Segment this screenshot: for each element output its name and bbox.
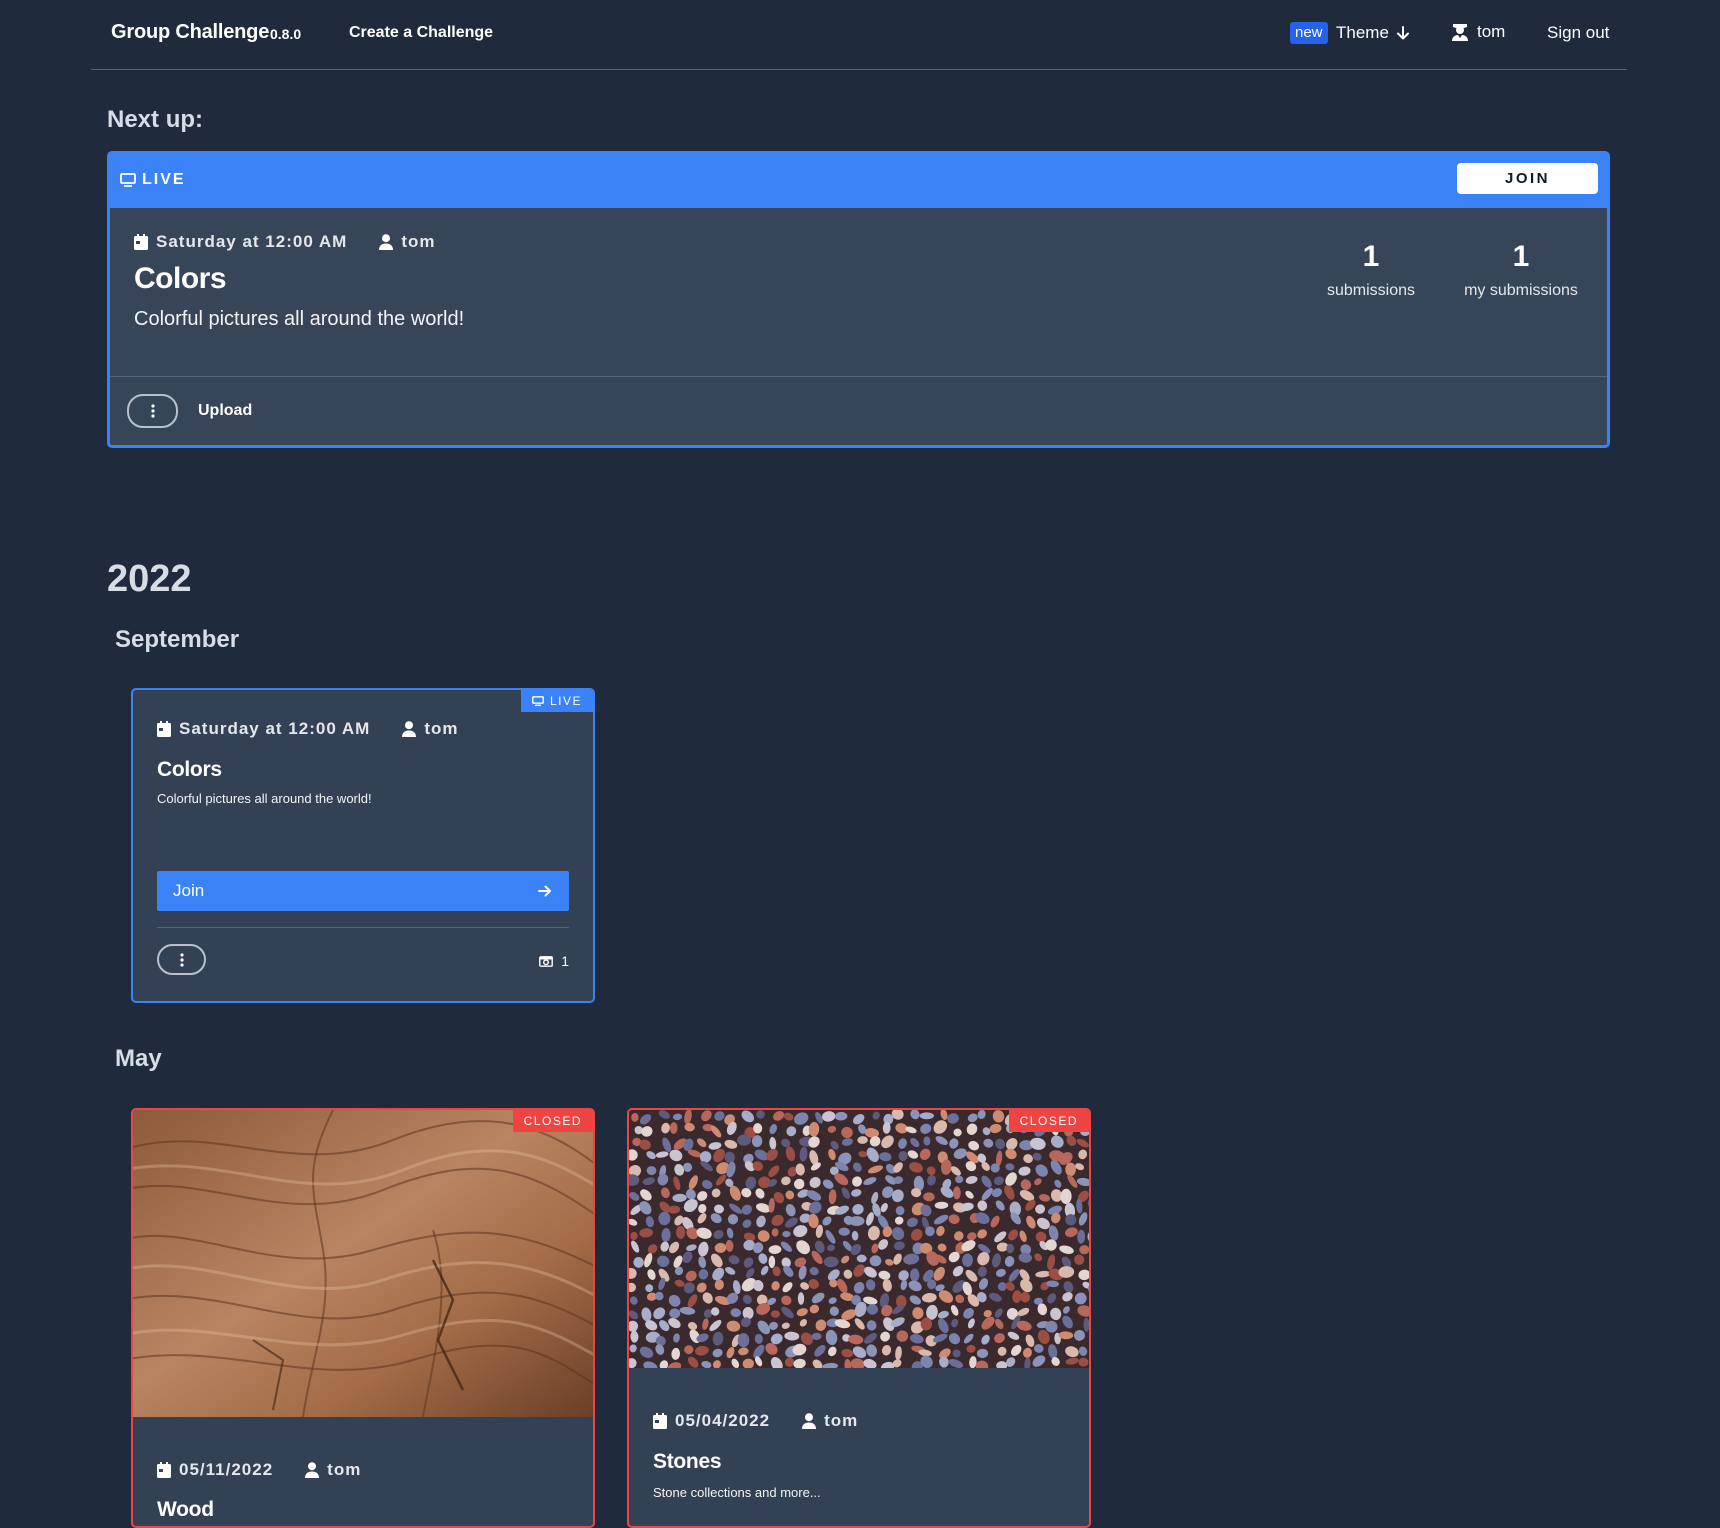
challenge-author-name[interactable]: tom [424,719,458,739]
create-challenge-link[interactable]: Create a Challenge [349,24,493,42]
challenge-author-name[interactable]: tom [327,1460,361,1480]
challenge-title[interactable]: Colors [157,758,222,782]
pebble [849,1216,865,1226]
challenge-card-colors[interactable]: LIVE Saturday at 12:00 AM tom Colors Col… [131,688,595,1003]
divider [110,376,1607,377]
challenge-author: tom [379,232,435,252]
year-heading: 2022 [107,558,192,601]
calendar-icon [653,1413,667,1429]
user-tie-icon [1451,22,1469,42]
live-status: LIVE [120,171,186,189]
challenge-description: Colorful pictures all around the world! [134,308,464,331]
my-submissions-stat: 1 my submissions [1446,240,1596,300]
challenge-date: Saturday at 12:00 AM [134,232,347,252]
kebab-icon [151,404,155,418]
my-submissions-count: 1 [1446,240,1596,274]
user-icon [802,1413,816,1429]
challenge-author-name[interactable]: tom [401,232,435,252]
calendar-icon [157,1462,171,1478]
month-heading-september: September [115,626,239,654]
next-up-heading: Next up: [107,106,203,134]
submissions-stat: 1 submissions [1296,240,1446,300]
status-badge: CLOSED [1009,1110,1089,1132]
pebble [953,1186,961,1199]
challenge-description: Colorful pictures all around the world! [157,791,372,806]
challenge-date-text: Saturday at 12:00 AM [179,719,370,739]
submission-count-value: 1 [561,953,569,969]
challenge-author-name[interactable]: tom [824,1411,858,1431]
kebab-icon [180,953,184,967]
challenge-card-stones[interactable]: CLOSED 05/04/2022 tom Stones Stone colle… [627,1108,1091,1528]
status-badge: CLOSED [513,1110,593,1132]
pebble [910,1268,919,1281]
challenge-thumbnail[interactable] [629,1110,1089,1368]
monitor-icon [532,696,544,706]
challenge-date-text: Saturday at 12:00 AM [156,232,347,252]
challenge-date-text: 05/11/2022 [179,1460,273,1480]
user-menu[interactable]: tom [1451,22,1505,42]
submissions-label: submissions [1296,282,1446,300]
card-meta: 05/11/2022 tom [157,1460,361,1480]
arrow-down-icon [1395,25,1411,41]
pebbles-image [629,1110,1089,1368]
new-badge: new [1290,22,1328,44]
challenge-date-text: 05/04/2022 [675,1411,770,1431]
monitor-icon [120,173,136,187]
month-heading-may: May [115,1045,162,1073]
featured-status-bar: LIVE JOIN [110,154,1607,208]
status-badge: LIVE [521,690,593,712]
challenge-author: tom [305,1460,361,1480]
join-button[interactable]: Join [157,871,569,911]
challenge-card-wood[interactable]: CLOSED 05/11/2022 tom Wood [131,1108,595,1528]
sign-out-link[interactable]: Sign out [1547,23,1609,43]
calendar-icon [134,234,148,250]
top-nav: Group Challenge 0.8.0 Create a Challenge… [91,0,1627,70]
version-label: 0.8.0 [270,26,301,42]
challenge-author: tom [802,1411,858,1431]
user-icon [379,234,393,250]
theme-dropdown[interactable]: Theme [1336,23,1411,43]
card-meta: Saturday at 12:00 AM tom [157,719,459,739]
more-options-button[interactable] [127,394,178,428]
join-button[interactable]: JOIN [1457,163,1598,194]
user-icon [305,1462,319,1478]
theme-label: Theme [1336,23,1389,43]
upload-button[interactable]: Upload [198,402,252,420]
calendar-icon [157,721,171,737]
featured-meta: Saturday at 12:00 AM tom [134,232,436,252]
challenge-date: 05/11/2022 [157,1460,273,1480]
challenge-title[interactable]: Stones [653,1450,721,1474]
join-button-label: Join [173,881,204,901]
live-status-label: LIVE [142,171,186,189]
pebble [769,1256,776,1268]
divider [157,927,569,928]
camera-icon [539,955,553,967]
brand-link[interactable]: Group Challenge [111,21,269,44]
challenge-thumbnail[interactable] [133,1110,593,1417]
challenge-date: 05/04/2022 [653,1411,770,1431]
my-submissions-label: my submissions [1446,282,1596,300]
arrow-right-icon [537,883,553,899]
wood-texture-image [133,1110,593,1417]
challenge-author: tom [402,719,458,739]
challenge-title[interactable]: Colors [134,262,226,296]
card-meta: 05/04/2022 tom [653,1411,858,1431]
featured-challenge-card: LIVE JOIN Saturday at 12:00 AM tom Color… [107,151,1610,448]
user-name: tom [1477,22,1505,42]
pebble [920,1112,934,1119]
user-icon [402,721,416,737]
challenge-description: Stone collections and more... [653,1485,821,1500]
status-badge-label: LIVE [550,690,582,712]
challenge-title[interactable]: Wood [157,1498,214,1522]
challenge-date: Saturday at 12:00 AM [157,719,370,739]
submission-count: 1 [539,953,569,969]
more-options-button[interactable] [157,944,206,975]
pebble [955,1176,963,1183]
pebble [896,1206,905,1215]
submissions-count: 1 [1296,240,1446,274]
